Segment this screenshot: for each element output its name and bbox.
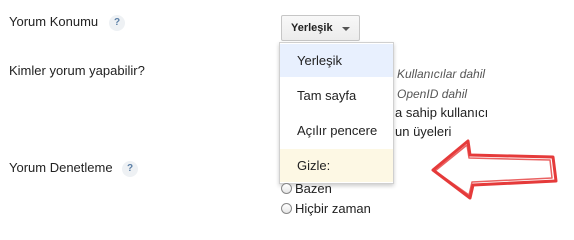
radio-label-hicbir-zaman: Hiçbir zaman bbox=[295, 201, 371, 216]
help-icon[interactable]: ? bbox=[122, 161, 138, 177]
comment-location-dropdown[interactable]: Yerleşik bbox=[281, 15, 360, 41]
radio-label-bazen: Bazen bbox=[295, 181, 332, 196]
radio-hicbir-zaman[interactable] bbox=[281, 203, 292, 214]
option-text: a sahip kullanıcı bbox=[395, 105, 489, 120]
who-can-comment-label: Kimler yorum yapabilir? bbox=[9, 63, 145, 78]
option-text: un üyeleri bbox=[395, 124, 452, 139]
help-icon[interactable]: ? bbox=[109, 15, 125, 31]
menu-item-yerlesik[interactable]: Yerleşik bbox=[280, 44, 393, 77]
option-text: Kullanıcılar dahil bbox=[397, 67, 486, 81]
dropdown-selected-value: Yerleşik bbox=[291, 22, 333, 34]
comment-moderation-label: Yorum Denetleme bbox=[9, 160, 113, 175]
menu-item-acilir-pencere[interactable]: Açılır pencere bbox=[280, 114, 393, 147]
chevron-down-icon bbox=[342, 27, 350, 31]
menu-item-tam-sayfa[interactable]: Tam sayfa bbox=[280, 79, 393, 112]
menu-item-gizle[interactable]: Gizle: bbox=[280, 149, 393, 182]
radio-bazen[interactable] bbox=[281, 183, 292, 194]
comment-location-label: Yorum Konumu bbox=[9, 14, 99, 29]
dropdown-menu: Yerleşik Tam sayfa Açılır pencere Gizle: bbox=[279, 42, 394, 184]
option-text: OpenID dahil bbox=[397, 87, 468, 101]
